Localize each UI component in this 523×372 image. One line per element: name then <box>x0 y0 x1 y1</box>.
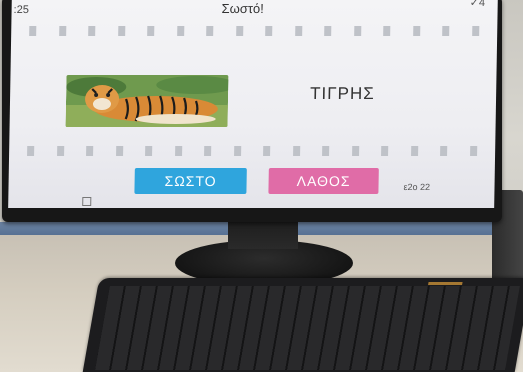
answer-word: ΤΙΓΡΗΣ <box>309 84 375 103</box>
monitor-screen: :25 Σωστό! ✓4 ΤΙΓΡΗΣ ΣΩΣΤΟ ΛΑΘΟΣ ε2ο 22 <box>8 0 498 208</box>
menu-square-icon[interactable] <box>82 197 92 206</box>
decor-dash-row-top <box>29 26 480 38</box>
correct-button[interactable]: ΣΩΣΤΟ <box>134 168 247 194</box>
wrong-button[interactable]: ΛΑΘΟΣ <box>268 168 379 194</box>
monitor-stand-neck <box>228 219 298 249</box>
keyboard <box>82 278 523 372</box>
keyboard-indicator-light <box>428 282 463 285</box>
photo-scene: :25 Σωστό! ✓4 ΤΙΓΡΗΣ ΣΩΣΤΟ ΛΑΘΟΣ ε2ο 22 <box>0 0 523 372</box>
score-readout: ✓4 <box>469 0 486 9</box>
question-counter: ε2ο 22 <box>403 182 431 192</box>
game-topbar: :25 Σωστό! ✓4 <box>11 0 497 18</box>
feedback-title: Σωστό! <box>221 1 264 16</box>
monitor: :25 Σωστό! ✓4 ΤΙΓΡΗΣ ΣΩΣΤΟ ΛΑΘΟΣ ε2ο 22 <box>2 0 502 222</box>
keyboard-keys <box>95 286 520 370</box>
timer-readout: :25 <box>13 4 30 16</box>
decor-dash-row-bottom <box>27 146 478 158</box>
tiger-image <box>65 75 229 127</box>
